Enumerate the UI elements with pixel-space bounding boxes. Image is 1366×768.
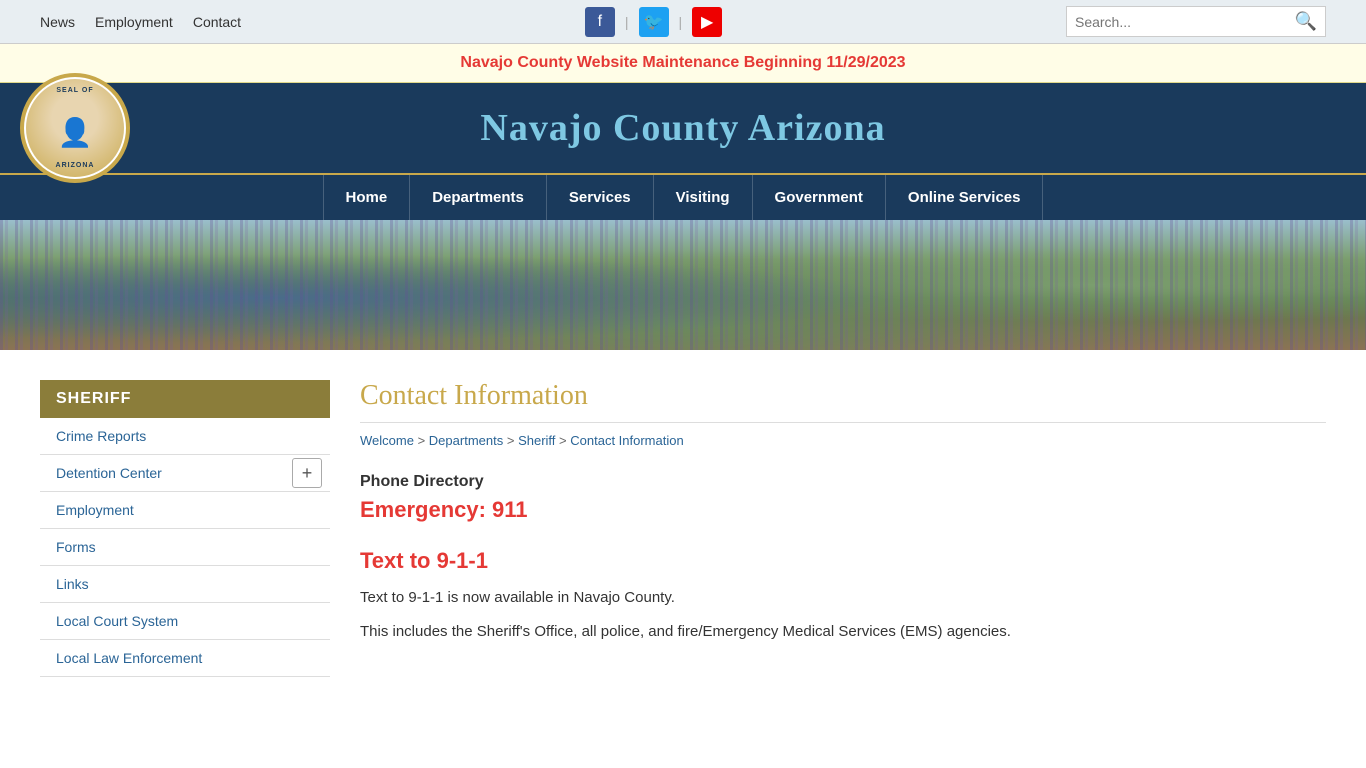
announcement-bar: Navajo County Website Maintenance Beginn… bbox=[0, 44, 1366, 83]
sidebar-crime-reports[interactable]: Crime Reports bbox=[40, 418, 330, 454]
breadcrumb-sheriff[interactable]: Sheriff bbox=[518, 433, 555, 448]
nav-employment[interactable]: Employment bbox=[95, 14, 173, 30]
logo-wrap: SEAL OF 👤 ARIZONA bbox=[20, 73, 130, 183]
logo-inner: SEAL OF 👤 ARIZONA bbox=[26, 79, 124, 177]
nav-home[interactable]: Home bbox=[323, 175, 411, 220]
sidebar-detention-center[interactable]: Detention Center bbox=[40, 455, 292, 491]
search-area: 🔍 bbox=[1066, 6, 1326, 37]
breadcrumb-departments[interactable]: Departments bbox=[429, 433, 503, 448]
emergency-text: Emergency: 911 bbox=[360, 497, 1326, 523]
site-header: SEAL OF 👤 ARIZONA Navajo County Arizona bbox=[0, 83, 1366, 173]
sidebar: SHERIFF Crime Reports Detention Center +… bbox=[40, 380, 330, 677]
logo-circle: SEAL OF 👤 ARIZONA bbox=[20, 73, 130, 183]
list-item: Detention Center + bbox=[40, 455, 330, 492]
breadcrumb-sep3: > bbox=[559, 433, 570, 448]
search-button[interactable]: 🔍 bbox=[1295, 11, 1317, 32]
divider2: | bbox=[679, 14, 683, 30]
breadcrumb-current[interactable]: Contact Information bbox=[570, 433, 683, 448]
nav-services[interactable]: Services bbox=[547, 175, 654, 220]
nav-visiting[interactable]: Visiting bbox=[654, 175, 753, 220]
breadcrumb-sep1: > bbox=[418, 433, 429, 448]
sidebar-local-court-system[interactable]: Local Court System bbox=[40, 603, 330, 639]
list-item: Local Law Enforcement bbox=[40, 640, 330, 677]
breadcrumb-sep2: > bbox=[507, 433, 518, 448]
list-item: Employment bbox=[40, 492, 330, 529]
sidebar-forms[interactable]: Forms bbox=[40, 529, 330, 565]
list-item: Forms bbox=[40, 529, 330, 566]
seal-text-bottom: ARIZONA bbox=[56, 162, 95, 169]
seal-text-top: SEAL OF bbox=[56, 87, 93, 94]
text-to-911-body1: Text to 9-1-1 is now available in Navajo… bbox=[360, 586, 1326, 610]
youtube-icon[interactable]: ▶ bbox=[692, 7, 722, 37]
content-area: SHERIFF Crime Reports Detention Center +… bbox=[0, 350, 1366, 707]
nav-contact[interactable]: Contact bbox=[193, 14, 241, 30]
page-title: Contact Information bbox=[360, 380, 1326, 423]
twitter-icon[interactable]: 🐦 bbox=[639, 7, 669, 37]
sidebar-employment[interactable]: Employment bbox=[40, 492, 330, 528]
top-bar: News Employment Contact f | 🐦 | ▶ 🔍 bbox=[0, 0, 1366, 44]
site-title: Navajo County Arizona bbox=[480, 106, 885, 150]
sidebar-links[interactable]: Links bbox=[40, 566, 330, 602]
announcement-link[interactable]: Navajo County Website Maintenance Beginn… bbox=[460, 54, 905, 71]
hero-flowers bbox=[0, 220, 1366, 350]
top-nav: News Employment Contact bbox=[40, 14, 241, 30]
main-content: Contact Information Welcome > Department… bbox=[360, 380, 1326, 677]
breadcrumb-welcome[interactable]: Welcome bbox=[360, 433, 414, 448]
nav-government[interactable]: Government bbox=[753, 175, 886, 220]
divider1: | bbox=[625, 14, 629, 30]
main-nav: Home Departments Services Visiting Gover… bbox=[0, 173, 1366, 220]
list-item: Crime Reports bbox=[40, 418, 330, 455]
facebook-icon[interactable]: f bbox=[585, 7, 615, 37]
sidebar-local-law-enforcement[interactable]: Local Law Enforcement bbox=[40, 640, 330, 676]
breadcrumb: Welcome > Departments > Sheriff > Contac… bbox=[360, 433, 1326, 448]
sidebar-header: SHERIFF bbox=[40, 380, 330, 418]
nav-online-services[interactable]: Online Services bbox=[886, 175, 1044, 220]
text-to-911-body2: This includes the Sheriff's Office, all … bbox=[360, 620, 1326, 644]
nav-departments[interactable]: Departments bbox=[410, 175, 547, 220]
phone-directory-label: Phone Directory bbox=[360, 473, 1326, 491]
list-item: Local Court System bbox=[40, 603, 330, 640]
search-input[interactable] bbox=[1075, 14, 1295, 30]
list-item: Links bbox=[40, 566, 330, 603]
expand-button[interactable]: + bbox=[292, 458, 322, 488]
nav-news[interactable]: News bbox=[40, 14, 75, 30]
text-to-911-title: Text to 9-1-1 bbox=[360, 548, 1326, 574]
social-icons: f | 🐦 | ▶ bbox=[585, 7, 722, 37]
seal-figure: 👤 bbox=[58, 116, 93, 149]
hero-image bbox=[0, 220, 1366, 350]
